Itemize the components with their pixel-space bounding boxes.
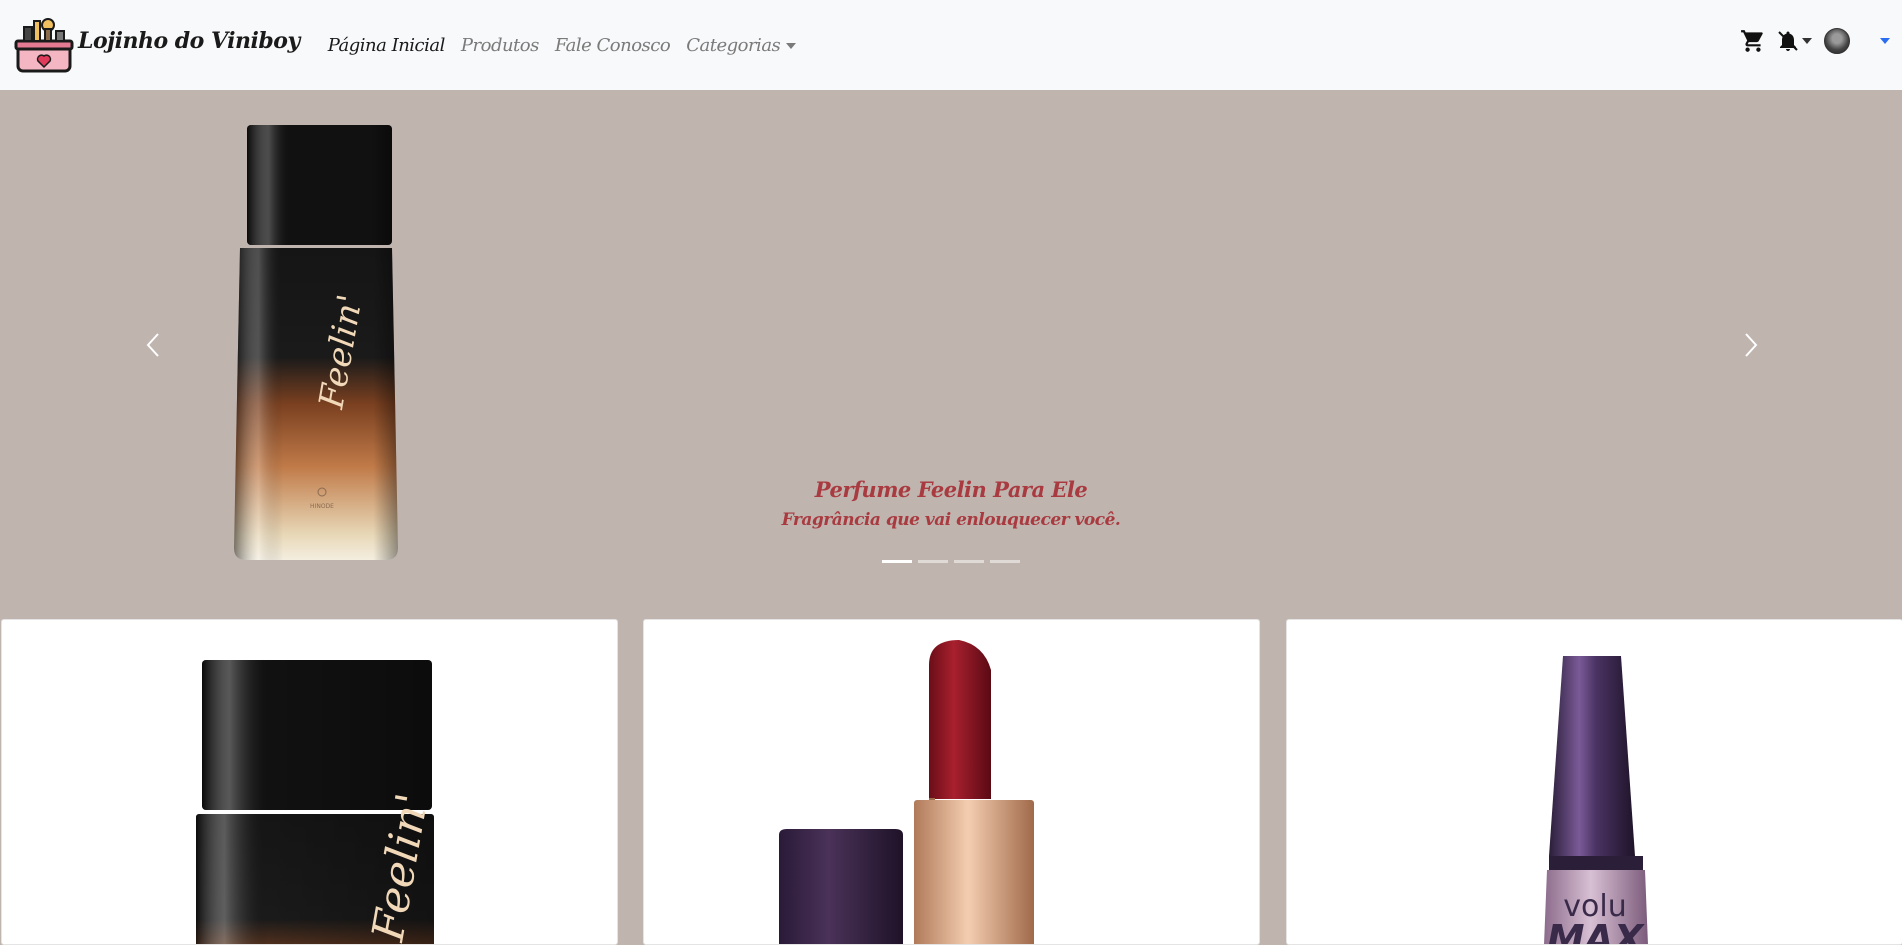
cart-button[interactable] xyxy=(1740,28,1776,54)
cart-icon xyxy=(1741,30,1763,52)
bell-icon xyxy=(1778,31,1798,51)
hero-carousel: Feelin' HINODE Perfume Feelin Para Ele F… xyxy=(0,90,1902,619)
notifications-dropdown[interactable] xyxy=(1776,29,1812,53)
chevron-down-icon xyxy=(1880,38,1890,44)
nav-categories-label: Categorias xyxy=(686,34,781,56)
carousel-next-button[interactable] xyxy=(1730,320,1770,370)
nav-products[interactable]: Produtos xyxy=(461,35,539,56)
carousel-indicator-2[interactable] xyxy=(918,560,948,563)
carousel-indicators xyxy=(882,560,1026,563)
carousel-indicator-1[interactable] xyxy=(882,560,912,563)
chevron-down-icon xyxy=(1802,38,1812,44)
user-menu[interactable] xyxy=(1824,28,1890,54)
brand-link[interactable]: Lojinho do Viniboy xyxy=(14,15,300,75)
carousel-prev-button[interactable] xyxy=(134,320,174,370)
avatar xyxy=(1824,28,1850,54)
shop-logo-icon xyxy=(14,18,74,73)
mascara-product-image: volu MAX xyxy=(1544,656,1648,944)
brand-name: Lojinho do Viniboy xyxy=(78,28,300,54)
perfume-product-image: Feelin' xyxy=(196,660,437,944)
product-card-mascara[interactable]: volu MAX xyxy=(1286,619,1902,945)
product-card-lipstick[interactable] xyxy=(643,619,1260,945)
carousel-indicator-3[interactable] xyxy=(954,560,984,563)
navbar: Lojinho do Viniboy Página Inicial Produt… xyxy=(0,0,1902,90)
nav-contact[interactable]: Fale Conosco xyxy=(555,35,671,56)
product-card-perfume[interactable]: Feelin' xyxy=(1,619,618,945)
slide-subtitle: Fragrância que vai enlouquecer você. xyxy=(781,510,1121,530)
chevron-right-icon xyxy=(1745,333,1758,357)
nav-categories-dropdown[interactable]: Categorias xyxy=(686,34,797,56)
carousel-indicator-4[interactable] xyxy=(990,560,1020,563)
chevron-down-icon xyxy=(786,42,797,49)
lipstick-product-image xyxy=(779,640,1034,944)
bottle-brand: HINODE xyxy=(310,503,334,510)
nav-actions xyxy=(1740,28,1890,54)
chevron-left-icon xyxy=(146,333,159,357)
nav-home[interactable]: Página Inicial xyxy=(328,35,446,56)
slide-title: Perfume Feelin Para Ele xyxy=(814,477,1088,502)
main-nav: Página Inicial Produtos Fale Conosco Cat… xyxy=(320,35,805,56)
product-cards: Feelin' volu MAX xyxy=(0,619,1902,945)
